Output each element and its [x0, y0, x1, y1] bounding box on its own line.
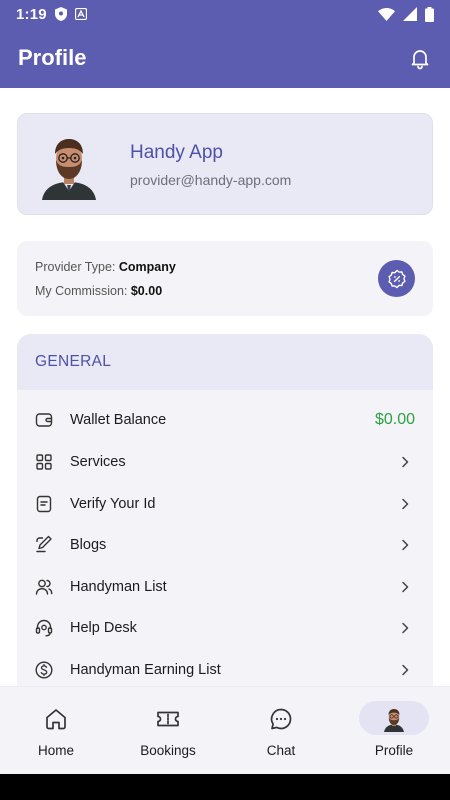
profile-name: Handy App — [130, 142, 223, 163]
menu-item-handyman-list[interactable]: Handyman List — [17, 566, 433, 607]
provider-type-row: Provider Type: Company — [35, 260, 176, 274]
grid-icon — [36, 453, 52, 470]
commission-label: My Commission: — [35, 284, 128, 298]
pen-icon — [36, 535, 52, 552]
chevron-right-icon — [402, 498, 409, 509]
nav-label: Bookings — [140, 743, 196, 758]
document-icon — [36, 495, 52, 512]
wallet-balance-value: $0.00 — [374, 410, 415, 428]
general-section: GENERAL Wallet Balance $0.00 Services Ve… — [17, 334, 433, 686]
profile-email: provider@handy-app.com — [130, 172, 292, 188]
menu-item-label: Verify Your Id — [70, 495, 156, 512]
dollar-icon — [35, 660, 53, 679]
nav-item-chat[interactable]: Chat — [225, 687, 337, 775]
bottom-navigation: Home Bookings Chat Profile — [0, 686, 450, 774]
menu-item-label: Services — [70, 453, 126, 470]
notification-bell-icon[interactable] — [408, 46, 432, 70]
nav-label: Home — [37, 743, 74, 758]
general-section-header: GENERAL — [17, 334, 433, 390]
avatar — [42, 139, 96, 200]
menu-item-wallet-balance[interactable]: Wallet Balance $0.00 — [17, 399, 433, 440]
menu-item-label: Wallet Balance — [70, 411, 167, 428]
chevron-right-icon — [402, 664, 409, 675]
ticket-icon — [157, 711, 179, 727]
chevron-right-icon — [402, 622, 409, 633]
app-bar: Profile — [0, 28, 450, 88]
menu-item-label: Help Desk — [70, 619, 137, 636]
status-time: 1:19 — [16, 5, 47, 23]
chevron-right-icon — [402, 581, 409, 592]
commission-row: My Commission: $0.00 — [35, 284, 162, 298]
nav-label: Profile — [374, 743, 414, 758]
menu-item-verify-id[interactable]: Verify Your Id — [17, 483, 433, 524]
app-notification-icon — [74, 8, 87, 20]
avatar-icon — [384, 709, 404, 732]
provider-info-card: Provider Type: Company My Commission: $0… — [17, 241, 433, 316]
system-navigation-bar — [0, 774, 450, 800]
headset-icon — [35, 619, 53, 636]
home-icon — [46, 709, 66, 730]
wallet-icon — [35, 412, 53, 427]
provider-type-value: Company — [118, 260, 176, 274]
shield-icon — [54, 7, 67, 21]
profile-card[interactable]: Handy App provider@handy-app.com — [17, 113, 433, 215]
menu-item-label: Blogs — [70, 536, 107, 553]
nav-label: Chat — [266, 743, 296, 758]
chevron-right-icon — [402, 539, 409, 550]
nav-item-bookings[interactable]: Bookings — [112, 687, 224, 775]
menu-item-blogs[interactable]: Blogs — [17, 524, 433, 565]
page-title: Profile — [18, 45, 87, 70]
menu-item-help-desk[interactable]: Help Desk — [17, 607, 433, 648]
nav-item-profile[interactable]: Profile — [338, 687, 450, 775]
chat-icon — [270, 708, 292, 730]
profile-screen: 1:19 Profile Handy App provider@handy-ap… — [0, 0, 450, 800]
nav-item-home[interactable]: Home — [0, 687, 112, 775]
chevron-right-icon — [402, 456, 409, 467]
provider-type-label: Provider Type: — [35, 260, 116, 274]
status-bar: 1:19 — [0, 0, 450, 28]
users-icon — [35, 579, 53, 595]
menu-item-label: Handyman List — [70, 578, 167, 595]
commission-value: $0.00 — [130, 284, 163, 298]
menu-item-label: Handyman Earning List — [70, 661, 221, 678]
wifi-icon — [378, 7, 395, 21]
signal-icon — [403, 7, 417, 21]
menu-item-handyman-earning-list[interactable]: Handyman Earning List — [17, 649, 433, 686]
battery-icon — [425, 6, 434, 22]
verified-badge-button[interactable] — [378, 260, 415, 297]
verified-badge-icon — [387, 269, 406, 288]
menu-item-services[interactable]: Services — [17, 441, 433, 482]
profile-content: Handy App provider@handy-app.com Provide… — [0, 88, 450, 686]
